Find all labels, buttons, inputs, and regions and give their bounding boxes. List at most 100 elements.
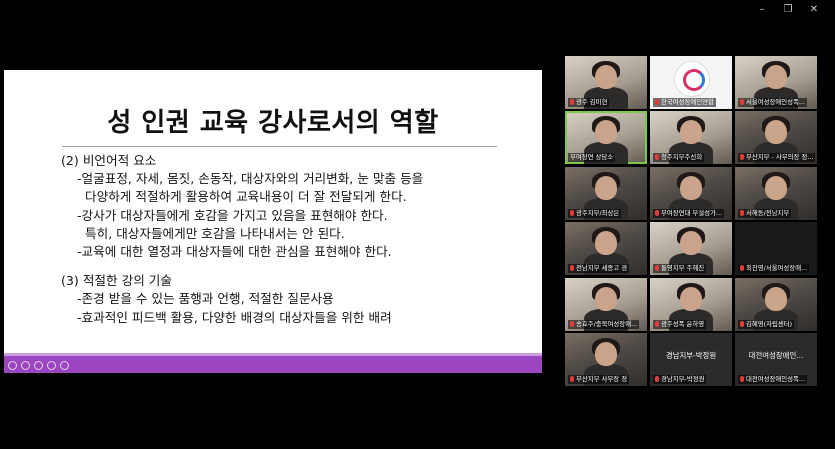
participant-tile[interactable]: 송효주/충북여성장애... bbox=[565, 277, 647, 331]
slide-text-line: 특히, 대상자들에게만 호감을 나타내서는 안 된다. bbox=[61, 225, 345, 241]
muted-mic-icon bbox=[655, 265, 659, 272]
participant-tile[interactable]: 광주성폭 윤하영 bbox=[650, 277, 732, 331]
window-controls: – ❐ ✕ bbox=[749, 3, 827, 17]
participant-name: 광주 김미현 bbox=[576, 98, 608, 106]
participant-tile[interactable]: 광주지부/최상은 bbox=[565, 166, 647, 220]
slide-text-line: -얼굴표정, 자세, 몸짓, 손동작, 대상자와의 거리변화, 눈 맞춤 등을 bbox=[61, 171, 424, 187]
participant-name: 대전여성장애인성폭... bbox=[746, 374, 806, 383]
participant-name: 김혜영(자립센터) bbox=[746, 319, 793, 328]
participant-tile[interactable]: 경남지부-박정원 경남지부-박정원 bbox=[650, 332, 732, 386]
participant-display-name: 대전여성장애인... bbox=[748, 350, 804, 360]
participant-name-label: 한국여성장애인연합 bbox=[653, 98, 716, 107]
participant-name-label: 경남지부-박정원 bbox=[653, 374, 707, 384]
participant-video-head bbox=[595, 341, 617, 366]
shared-slide: 성 인권 교육 강사로서의 역할 (2) 비언어적 요소 -얼굴표정, 자세, … bbox=[4, 70, 542, 373]
slide-text-line: (2) 비언어적 요소 bbox=[61, 153, 157, 168]
slide-body: (2) 비언어적 요소 -얼굴표정, 자세, 몸짓, 손동작, 대상자와의 거리… bbox=[61, 152, 531, 327]
participant-video-head bbox=[765, 175, 787, 200]
participant-name: 부산지부 사무장 정 bbox=[576, 374, 628, 383]
participant-name-label: 광주성폭 윤하영 bbox=[653, 319, 707, 329]
participant-name: 서해동/전남지부 bbox=[746, 208, 790, 217]
muted-mic-icon bbox=[655, 154, 659, 161]
muted-mic-icon bbox=[570, 320, 574, 327]
participant-video-head bbox=[765, 120, 787, 145]
participant-name-label: 전남지부 세종고 경 bbox=[568, 264, 630, 274]
participant-tile[interactable]: 부여장연대 부설성가... bbox=[650, 166, 732, 220]
slide-text-line: -교육에 대한 열정과 대상자들에 대한 관심을 표현해야 한다. bbox=[61, 244, 392, 260]
organization-logo bbox=[674, 61, 710, 97]
participant-name-label: 부산지부 - 사무의장 정... bbox=[738, 153, 816, 163]
participant-tile[interactable]: 김혜영(자립센터) bbox=[735, 277, 817, 331]
participant-tile[interactable]: 최진영/서울여성장애... bbox=[735, 222, 817, 276]
slide-title: 성 인권 교육 강사로서의 역할 bbox=[107, 108, 439, 138]
muted-mic-icon bbox=[570, 375, 574, 382]
muted-mic-icon bbox=[655, 99, 659, 105]
participant-display-name: 경남지부-박정원 bbox=[665, 350, 717, 360]
maximize-icon[interactable]: ❐ bbox=[775, 3, 801, 17]
participant-video-head bbox=[595, 65, 617, 89]
participant-name-label: 부여장연 상담소 bbox=[568, 153, 616, 163]
slide-text-line: -존경 받을 수 있는 품행과 언행, 적절한 질문사용 bbox=[61, 291, 334, 307]
participant-name-label: 부여장연대 부설성가... bbox=[653, 208, 725, 218]
participant-video-head bbox=[765, 286, 787, 311]
participant-name: 청주지부주선희 bbox=[661, 153, 703, 162]
participant-video-head bbox=[595, 231, 617, 256]
participant-tile[interactable]: 서울여성장애인성폭... bbox=[735, 56, 817, 109]
participant-name: 부산지부 - 사무의장 정... bbox=[746, 153, 814, 162]
zoom-icon[interactable] bbox=[47, 361, 56, 370]
participant-video-head bbox=[680, 120, 702, 145]
participant-name: 부여장연대 부설성가... bbox=[661, 208, 723, 217]
slide-footer-strip bbox=[4, 353, 542, 356]
participant-name-label: 부산지부 사무장 정 bbox=[568, 374, 630, 384]
slide-footer-bar bbox=[4, 353, 542, 373]
participant-name: 광주지부/최상은 bbox=[576, 208, 620, 217]
slide-text-line: (3) 적절한 강의 기술 bbox=[61, 273, 172, 289]
participant-video-head bbox=[765, 65, 787, 89]
participant-gallery: 광주 김미현 한국여성장애인연합 서울여성장애인성폭... 부여장연 상담소 청주지부주… bbox=[565, 56, 817, 386]
slide-divider bbox=[62, 146, 497, 147]
participant-name: 한국여성장애인연합 bbox=[661, 98, 714, 106]
participant-name-label: 통영지부 주혜진 bbox=[653, 264, 707, 274]
participant-tile[interactable]: 청주지부주선희 bbox=[650, 111, 732, 165]
participant-tile[interactable]: 통영지부 주혜진 bbox=[650, 222, 732, 276]
participant-name: 경남지부-박정원 bbox=[661, 374, 705, 383]
participant-name: 최진영/서울여성장애... bbox=[746, 264, 808, 273]
participant-name: 광주성폭 윤하영 bbox=[661, 319, 705, 328]
muted-mic-icon bbox=[570, 265, 574, 272]
participant-tile[interactable]: 한국여성장애인연합 bbox=[650, 56, 732, 109]
muted-mic-icon bbox=[740, 99, 744, 105]
participant-video-head bbox=[680, 175, 702, 200]
next-slide-icon[interactable] bbox=[21, 361, 30, 370]
participant-name-label: 대전여성장애인성폭... bbox=[738, 374, 808, 384]
muted-mic-icon bbox=[740, 320, 744, 327]
prev-slide-icon[interactable] bbox=[8, 361, 17, 370]
participant-name: 송효주/충북여성장애... bbox=[576, 319, 638, 328]
muted-mic-icon bbox=[740, 375, 744, 382]
participant-name-label: 광주지부/최상은 bbox=[568, 208, 622, 218]
participant-name-label: 송효주/충북여성장애... bbox=[568, 319, 640, 329]
participant-tile[interactable]: 전남지부 세종고 경 bbox=[565, 222, 647, 276]
close-icon[interactable]: ✕ bbox=[801, 3, 827, 17]
muted-mic-icon bbox=[655, 320, 659, 327]
participant-name-label: 김혜영(자립센터) bbox=[738, 319, 795, 329]
participant-tile[interactable]: 부여장연 상담소 bbox=[565, 111, 647, 165]
participant-tile[interactable]: 서해동/전남지부 bbox=[735, 166, 817, 220]
muted-mic-icon bbox=[740, 154, 744, 161]
muted-mic-icon bbox=[740, 209, 744, 216]
participant-tile[interactable]: 부산지부 - 사무의장 정... bbox=[735, 111, 817, 165]
participant-tile[interactable]: 대전여성장애인... 대전여성장애인성폭... bbox=[735, 332, 817, 386]
pen-icon[interactable] bbox=[34, 361, 43, 370]
participant-video-head bbox=[680, 231, 702, 256]
muted-mic-icon bbox=[570, 99, 574, 105]
participant-name-label: 광주 김미현 bbox=[568, 98, 610, 107]
minimize-icon[interactable]: – bbox=[749, 3, 775, 17]
participant-tile[interactable]: 부산지부 사무장 정 bbox=[565, 332, 647, 386]
participant-video-head bbox=[595, 175, 617, 200]
muted-mic-icon bbox=[740, 265, 744, 272]
muted-mic-icon bbox=[655, 375, 659, 382]
menu-icon[interactable] bbox=[60, 361, 69, 370]
participant-tile[interactable]: 광주 김미현 bbox=[565, 56, 647, 109]
slide-text-line: -효과적인 피드백 활용, 다양한 배경의 대상자들을 위한 배려 bbox=[61, 309, 392, 325]
slide-spacer bbox=[61, 261, 531, 272]
muted-mic-icon bbox=[655, 209, 659, 216]
